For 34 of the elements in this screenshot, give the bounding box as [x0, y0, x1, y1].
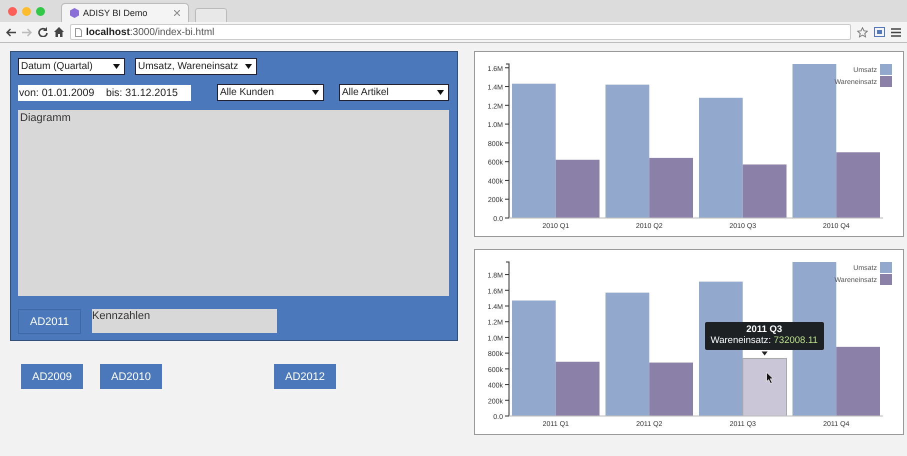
browser-tab[interactable]: ADISY BI Demo — [61, 3, 189, 22]
menu-icon[interactable] — [891, 28, 901, 36]
tooltip-value: Wareneinsatz: 732008.11 — [710, 336, 818, 348]
caret-icon — [245, 64, 252, 69]
new-tab-button[interactable] — [195, 8, 227, 22]
favicon-icon — [70, 8, 79, 18]
caret-icon — [312, 90, 319, 95]
forward-icon[interactable] — [22, 28, 32, 36]
close-icon[interactable] — [174, 10, 180, 16]
dropdown[interactable]: Alle Artikel — [339, 84, 449, 101]
caret-icon — [113, 64, 120, 69]
star-icon[interactable] — [857, 26, 868, 38]
tooltip-title: 2011 Q3 — [745, 325, 784, 336]
dropdown[interactable]: Datum (Quartal) — [18, 58, 125, 75]
ad-button[interactable]: AD2009 — [21, 364, 83, 389]
minimize-window-icon[interactable] — [22, 6, 31, 16]
ad-button[interactable]: AD2010 — [100, 364, 162, 389]
caret-icon — [437, 90, 444, 95]
ad-button[interactable]: AD2011 — [18, 309, 81, 334]
address-bar[interactable]: localhost:3000/index-bi.html — [70, 24, 851, 40]
dropdown[interactable]: Alle Kunden — [217, 84, 324, 101]
page-icon — [75, 28, 82, 36]
back-icon[interactable] — [6, 28, 16, 36]
reload-icon[interactable] — [38, 27, 48, 37]
cursor-icon — [766, 372, 774, 384]
maximize-window-icon[interactable] — [36, 6, 45, 16]
diagram-area: Diagramm — [18, 110, 449, 296]
screen-icon[interactable] — [874, 27, 885, 37]
date-range-field[interactable]: von: 01.01.2009 bis: 31.12.2015 — [18, 84, 191, 100]
home-icon[interactable] — [54, 27, 64, 37]
ad-button[interactable]: AD2012 — [274, 364, 336, 389]
dropdown[interactable]: Umsatz, Wareneinsatz — [135, 58, 257, 75]
close-window-icon[interactable] — [8, 6, 17, 16]
kpi-area: Kennzahlen — [92, 309, 277, 333]
